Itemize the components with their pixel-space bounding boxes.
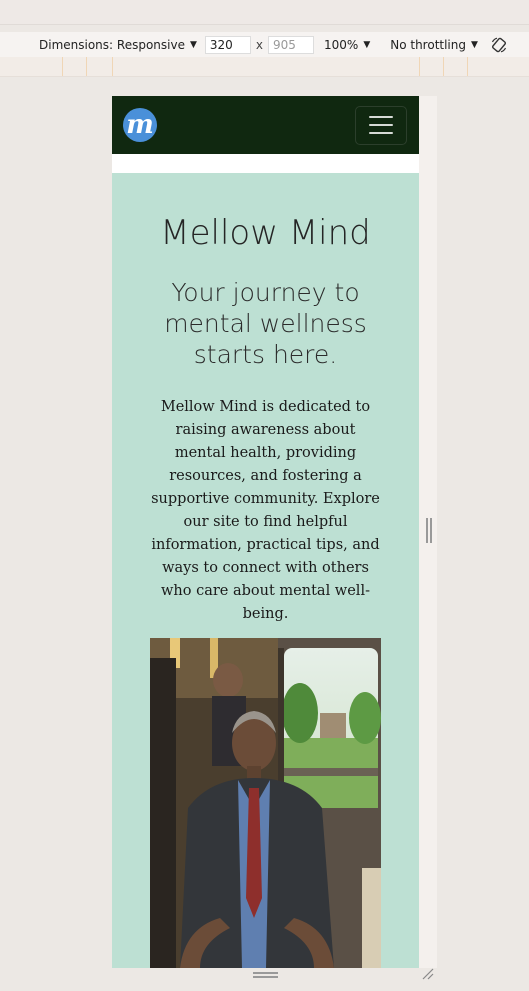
menu-bar xyxy=(369,132,393,134)
device-viewport: m Mellow Mind Your journey to mental wel… xyxy=(112,96,419,968)
hero-section: Mellow Mind Your journey to mental welln… xyxy=(112,173,419,968)
hero-photo xyxy=(150,638,381,968)
corner-resize-handle-icon[interactable] xyxy=(422,968,434,980)
bottom-resize-handle[interactable] xyxy=(253,972,278,978)
ruler-tick xyxy=(419,57,420,76)
width-input[interactable]: 320 xyxy=(204,35,251,54)
zoom-label: 100% xyxy=(324,37,359,52)
mellow-mind-logo[interactable]: m xyxy=(123,108,157,142)
browser-top-strip xyxy=(0,0,529,25)
ruler-tick xyxy=(467,57,468,76)
height-input[interactable]: 905 xyxy=(268,35,314,54)
device-toolbar: Dimensions: Responsive ▼ 320 x 905 100% … xyxy=(0,32,529,57)
hamburger-menu-icon[interactable] xyxy=(355,105,407,145)
throttling-dropdown[interactable]: No throttling ▼ xyxy=(390,38,478,52)
rotate-icon[interactable] xyxy=(490,36,508,54)
ruler-tick xyxy=(86,57,87,76)
site-title: Mellow Mind xyxy=(160,213,371,253)
commuter-photo-illustration xyxy=(150,638,381,968)
tagline: Your journey to mental wellness starts h… xyxy=(164,278,367,369)
menu-bar xyxy=(369,116,393,118)
side-resize-handle[interactable] xyxy=(426,518,432,543)
caret-down-icon: ▼ xyxy=(189,39,197,50)
intro-paragraph: Mellow Mind is dedicated to raising awar… xyxy=(151,399,380,622)
media-query-ruler xyxy=(0,57,529,77)
throttling-label: No throttling xyxy=(390,37,466,52)
site-navbar: m xyxy=(112,96,419,154)
ruler-tick xyxy=(62,57,63,76)
ruler-tick xyxy=(112,57,113,76)
logo-letter: m xyxy=(126,110,154,140)
dimensions-label: Dimensions: Responsive xyxy=(39,37,185,52)
caret-down-icon: ▼ xyxy=(363,39,371,50)
zoom-dropdown[interactable]: 100% ▼ xyxy=(324,38,370,52)
caret-down-icon: ▼ xyxy=(471,39,478,50)
menu-bar xyxy=(369,124,393,126)
ruler-tick xyxy=(443,57,444,76)
dimension-separator: x xyxy=(255,37,263,52)
dimensions-dropdown[interactable]: Dimensions: Responsive ▼ xyxy=(39,38,197,52)
